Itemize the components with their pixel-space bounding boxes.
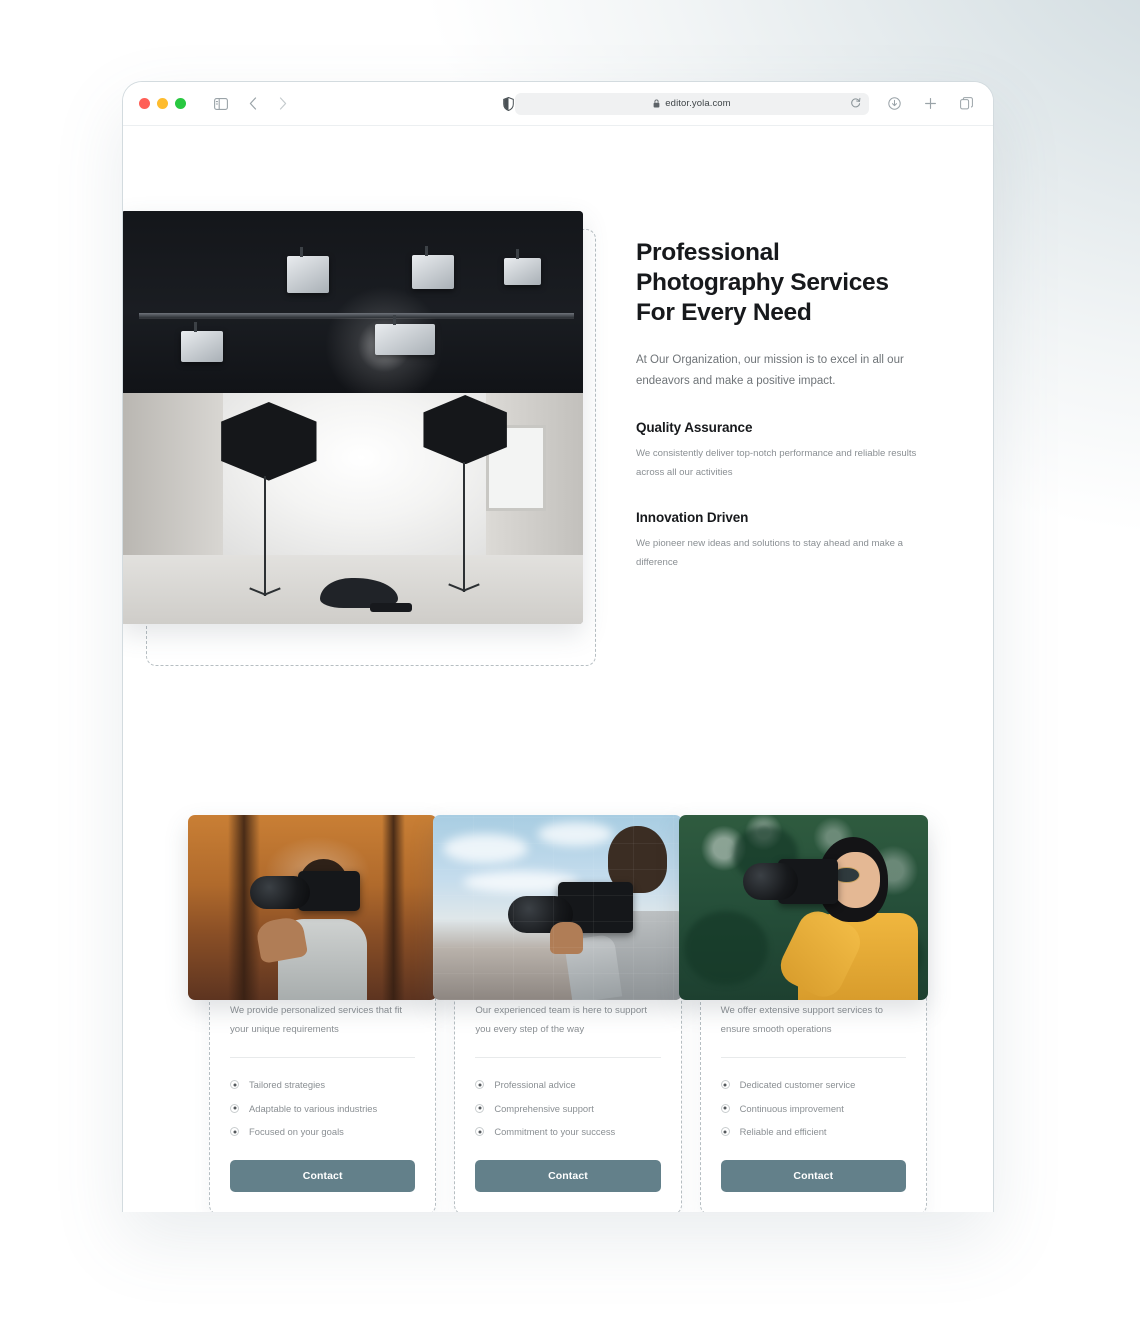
bullet-icon (230, 1127, 239, 1137)
list-item-label: Tailored strategies (249, 1079, 326, 1091)
list-item: Tailored strategies (230, 1073, 415, 1097)
image-watermark-overlay (433, 815, 683, 1000)
ceiling-lamp-2 (287, 247, 329, 293)
service-card-comprehensive-support[interactable]: Comprehensive Support We offer extensive… (678, 815, 928, 1212)
list-item-label: Reliable and efficient (739, 1126, 827, 1138)
ceiling-lamp-5 (504, 249, 542, 286)
lighting-truss (139, 312, 574, 318)
nav-arrows (240, 93, 296, 115)
list-item: Professional advice (475, 1073, 660, 1097)
camera-lens (743, 863, 799, 901)
hero-image[interactable] (123, 211, 583, 624)
bullet-icon (475, 1080, 485, 1090)
list-item-label: Focused on your goals (249, 1126, 344, 1138)
card-description: We offer extensive support services to e… (720, 1005, 883, 1035)
card-image-sky-photographer[interactable] (433, 815, 683, 1000)
window-controls (139, 98, 186, 109)
address-bar[interactable]: editor.yola.com (515, 92, 869, 115)
forward-arrow-icon[interactable] (270, 93, 296, 115)
bullet-icon (230, 1103, 239, 1113)
contact-button[interactable]: Contact (720, 1159, 906, 1192)
gear-bag (370, 603, 413, 613)
list-item-label: Commitment to your success (494, 1126, 616, 1138)
list-item-label: Dedicated customer service (739, 1079, 856, 1091)
foliage-blob-1 (683, 911, 769, 986)
photo-autumn-forest (188, 815, 437, 1000)
list-item-label: Professional advice (494, 1079, 576, 1091)
back-arrow-icon[interactable] (240, 93, 266, 115)
tab-overview-icon[interactable] (953, 93, 979, 115)
card-image-woman-photographer[interactable] (678, 815, 928, 1000)
card-description: Our experienced team is here to support … (475, 1005, 648, 1035)
ceiling-lamp-4 (412, 245, 454, 290)
bullet-icon (720, 1127, 730, 1137)
list-item: Dedicated customer service (720, 1073, 906, 1097)
photo-green-trees (678, 815, 928, 1000)
feature-innovation-driven: Innovation Driven We pioneer new ideas a… (636, 510, 922, 572)
list-item: Reliable and efficient (720, 1120, 906, 1144)
bullet-icon (720, 1080, 730, 1090)
address-text: editor.yola.com (665, 98, 731, 109)
light-stand-left (264, 475, 267, 597)
photo-sky-photographer (433, 815, 683, 1000)
service-card-custom-solutions[interactable]: Custom Solutions We provide personalized… (188, 815, 437, 1212)
bullet-icon (475, 1127, 485, 1137)
page-title: Professional Photography Services For Ev… (636, 239, 889, 326)
website-canvas: Professional Photography Services For Ev… (123, 126, 993, 1212)
list-item: Comprehensive support (475, 1097, 660, 1121)
studio-floor-backdrop (123, 392, 583, 624)
list-item: Continuous improvement (720, 1097, 906, 1121)
list-item-label: Continuous improvement (739, 1102, 844, 1114)
browser-window: editor.yola.com Professional Photography… (122, 81, 994, 1212)
contact-button[interactable]: Contact (230, 1159, 416, 1192)
contact-button[interactable]: Contact (475, 1159, 661, 1192)
card-feature-list: Dedicated customer service Continuous im… (720, 1073, 906, 1144)
minimize-window-button[interactable] (157, 98, 168, 109)
tree-trunk-right (382, 815, 405, 1000)
ceiling-lamp-3 (375, 314, 436, 355)
toolbar-right-actions (881, 93, 979, 115)
hero-copy: Professional Photography Services For Ev… (636, 238, 922, 572)
plus-icon[interactable] (917, 93, 943, 115)
ceiling-lamp-1 (181, 321, 223, 362)
card-image-autumn-photographer[interactable] (188, 815, 437, 1000)
downloads-icon[interactable] (881, 93, 907, 115)
studio-ceiling-rig (123, 211, 583, 393)
card-feature-list: Professional advice Comprehensive suppor… (475, 1073, 660, 1144)
card-description: We provide personalized services that fi… (230, 1005, 403, 1035)
camera-lens (250, 876, 310, 910)
feature-title: Innovation Driven (636, 510, 749, 525)
feature-text: We pioneer new ideas and solutions to st… (636, 538, 904, 568)
list-item: Adaptable to various industries (230, 1097, 415, 1121)
studio-wall-left (123, 392, 223, 564)
card-feature-list: Tailored strategies Adaptable to various… (230, 1073, 415, 1144)
bullet-icon (475, 1103, 485, 1113)
feature-quality-assurance: Quality Assurance We consistently delive… (636, 420, 922, 482)
browser-toolbar: editor.yola.com (123, 82, 993, 126)
lock-icon (653, 95, 660, 113)
feature-text: We consistently deliver top-notch perfor… (636, 448, 917, 478)
maximize-window-button[interactable] (175, 98, 186, 109)
card-divider (230, 1057, 416, 1058)
bullet-icon (230, 1080, 239, 1090)
close-window-button[interactable] (139, 98, 150, 109)
card-divider (720, 1057, 906, 1058)
list-item-label: Adaptable to various industries (249, 1102, 378, 1114)
sidebar-toggle-icon[interactable] (208, 93, 234, 115)
tree-trunk-left (227, 815, 261, 1000)
softbox-left (221, 401, 317, 481)
feature-title: Quality Assurance (636, 420, 753, 435)
light-stand-right (462, 462, 465, 592)
service-card-expert-guidance[interactable]: Expert Guidance Our experienced team is … (433, 815, 683, 1212)
list-item-label: Comprehensive support (494, 1102, 594, 1114)
hero-image-selection-frame[interactable] (123, 211, 596, 666)
service-cards-row: Custom Solutions We provide personalized… (188, 815, 928, 1212)
list-item: Focused on your goals (230, 1120, 415, 1144)
hero-subtitle: At Our Organization, our mission is to e… (636, 354, 904, 387)
reload-icon[interactable] (850, 95, 861, 113)
card-divider (475, 1057, 661, 1058)
list-item: Commitment to your success (475, 1120, 660, 1144)
bullet-icon (720, 1103, 730, 1113)
